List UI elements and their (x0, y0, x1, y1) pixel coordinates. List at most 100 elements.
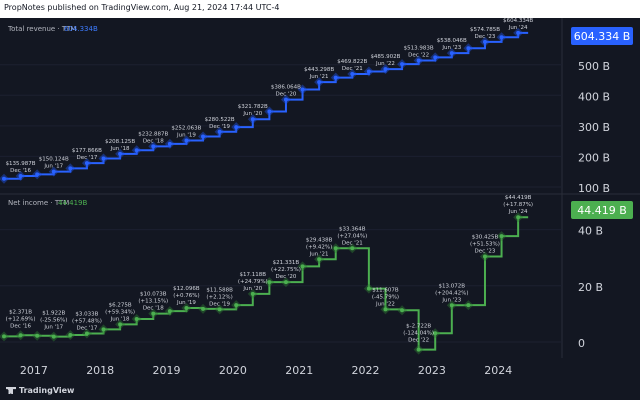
income-point[interactable] (68, 332, 73, 337)
income-point[interactable] (350, 246, 355, 251)
income-data-label: (-25.56%) (40, 318, 67, 324)
x-axis-tick-label: 2018 (86, 364, 114, 377)
income-data-label: Dec '21 (342, 240, 363, 246)
revenue-point[interactable] (167, 141, 172, 146)
revenue-point[interactable] (267, 109, 272, 114)
publish-header: PropNotes published on TradingView.com, … (0, 0, 640, 18)
income-point[interactable] (234, 303, 239, 308)
revenue-point[interactable] (151, 144, 156, 149)
revenue-point[interactable] (300, 87, 305, 92)
revenue-data-label: $135.987B (6, 161, 36, 167)
income-data-label: $17.118B (240, 272, 267, 278)
revenue-point[interactable] (118, 151, 123, 156)
income-data-label: Jun '21 (309, 251, 329, 257)
income-point[interactable] (134, 316, 139, 321)
income-point[interactable] (184, 305, 189, 310)
income-point[interactable] (2, 334, 6, 339)
income-point[interactable] (151, 311, 156, 316)
revenue-data-label: Dec '23 (475, 34, 496, 40)
income-data-label: Jun '19 (176, 300, 196, 306)
income-data-label: (+17.87%) (503, 202, 533, 208)
income-data-label: Dec '23 (475, 249, 496, 255)
income-data-label: $10.073B (140, 292, 167, 298)
revenue-ytick-label: 400 B (578, 90, 610, 103)
income-data-label: (+12.69%) (6, 316, 36, 322)
income-point[interactable] (250, 291, 255, 296)
income-point[interactable] (118, 322, 123, 327)
revenue-data-label: Dec '17 (76, 155, 97, 161)
revenue-point[interactable] (400, 62, 405, 67)
revenue-point[interactable] (51, 169, 56, 174)
revenue-point[interactable] (201, 134, 206, 139)
revenue-point[interactable] (18, 173, 23, 178)
income-data-label: $3.033B (75, 311, 98, 317)
income-point[interactable] (300, 264, 305, 269)
revenue-point[interactable] (84, 161, 89, 166)
chart-canvas[interactable]: Total revenue · TTM 604.334B Net income … (0, 18, 640, 400)
revenue-point[interactable] (2, 176, 6, 181)
revenue-point[interactable] (250, 117, 255, 122)
income-point[interactable] (84, 331, 89, 336)
income-point[interactable] (201, 306, 206, 311)
revenue-point[interactable] (499, 35, 504, 40)
income-point[interactable] (482, 254, 487, 259)
x-axis-tick-label: 2020 (219, 364, 247, 377)
revenue-point[interactable] (134, 148, 139, 153)
revenue-data-label: Jun '18 (110, 146, 130, 152)
publish-header-text: PropNotes published on TradingView.com, … (4, 3, 280, 12)
income-data-label: (+57.48%) (72, 318, 102, 324)
income-point[interactable] (317, 257, 322, 262)
income-point[interactable] (466, 303, 471, 308)
income-point[interactable] (333, 246, 338, 251)
revenue-ytick-label: 300 B (578, 121, 610, 134)
income-point[interactable] (366, 286, 371, 291)
income-point[interactable] (283, 280, 288, 285)
revenue-point[interactable] (383, 67, 388, 72)
income-data-label: Dec '19 (209, 301, 230, 307)
revenue-data-label: Jun '23 (441, 45, 461, 51)
revenue-point[interactable] (433, 55, 438, 60)
income-data-label: (+13.15%) (138, 299, 168, 305)
income-data-label: (+9.42%) (306, 244, 332, 250)
income-point[interactable] (400, 308, 405, 313)
revenue-point[interactable] (416, 58, 421, 63)
revenue-point[interactable] (283, 97, 288, 102)
income-point[interactable] (35, 333, 40, 338)
income-data-label: $11.607B (372, 287, 399, 293)
revenue-point[interactable] (35, 172, 40, 177)
revenue-point[interactable] (101, 156, 106, 161)
revenue-point[interactable] (217, 129, 222, 134)
income-point[interactable] (18, 333, 23, 338)
income-point[interactable] (383, 307, 388, 312)
revenue-data-label: Dec '19 (209, 124, 230, 130)
revenue-data-label: Dec '22 (408, 52, 429, 58)
income-data-label: (-45.79%) (372, 294, 399, 300)
revenue-point[interactable] (350, 71, 355, 76)
revenue-point[interactable] (449, 51, 454, 56)
revenue-point[interactable] (466, 46, 471, 51)
income-point[interactable] (449, 303, 454, 308)
income-point[interactable] (499, 234, 504, 239)
income-data-label: $-2.722B (406, 324, 431, 330)
revenue-point[interactable] (68, 166, 73, 171)
revenue-point[interactable] (366, 69, 371, 74)
income-point[interactable] (167, 309, 172, 314)
income-data-label: $29.438B (306, 237, 333, 243)
income-point[interactable] (101, 327, 106, 332)
income-last-value-badge-text: 44.419 B (577, 204, 627, 217)
income-point[interactable] (51, 334, 56, 339)
income-data-label: Jun '22 (375, 301, 395, 307)
tradingview-logo[interactable]: TradingView (6, 386, 74, 395)
income-data-label: Dec '16 (10, 323, 31, 329)
income-point[interactable] (416, 347, 421, 352)
income-data-label: (+2.12%) (206, 294, 232, 300)
income-point[interactable] (217, 307, 222, 312)
income-point[interactable] (516, 215, 521, 220)
revenue-point[interactable] (333, 75, 338, 80)
revenue-point[interactable] (234, 125, 239, 130)
income-point[interactable] (267, 280, 272, 285)
revenue-point[interactable] (482, 39, 487, 44)
revenue-point[interactable] (317, 80, 322, 85)
revenue-point[interactable] (516, 30, 521, 35)
revenue-point[interactable] (184, 138, 189, 143)
